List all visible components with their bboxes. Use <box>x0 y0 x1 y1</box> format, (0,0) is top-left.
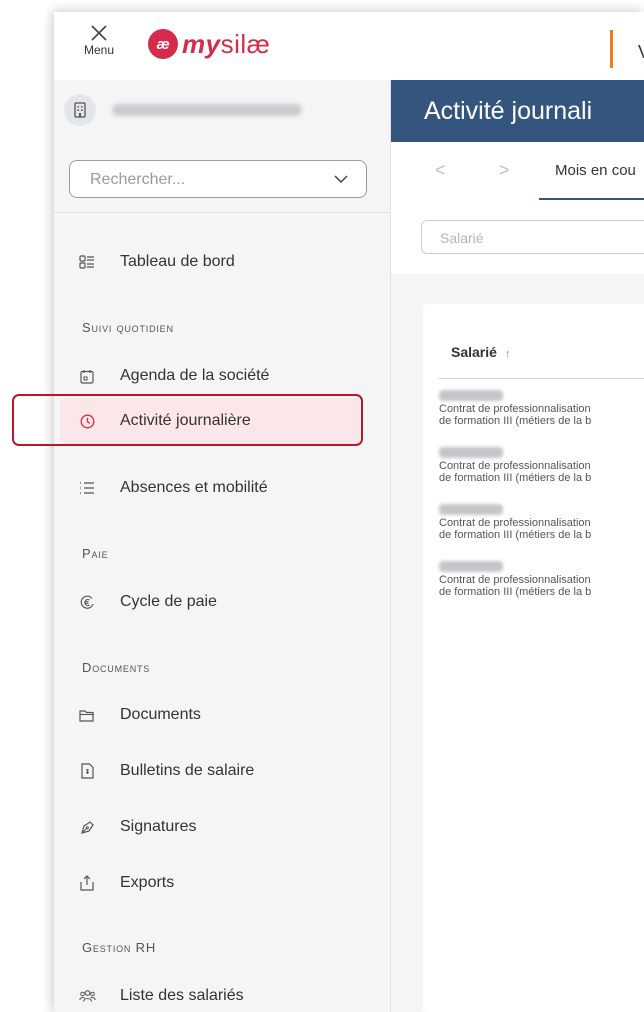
table-row[interactable]: Contrat de professionnalisation de forma… <box>439 504 644 541</box>
chevron-down-icon <box>334 175 348 184</box>
dashboard-icon <box>78 253 96 271</box>
company-selector[interactable] <box>64 94 302 126</box>
contract-line-2: de formation III (métiers de la b <box>439 415 592 427</box>
section-gestion-rh: Gestion RH <box>82 940 157 955</box>
sidebar-item-label: Documents <box>120 706 201 723</box>
logo-my: my <box>182 28 221 59</box>
table-row[interactable]: Contrat de professionnalisation de forma… <box>439 447 644 484</box>
sidebar-item-label: Cycle de paie <box>120 593 217 610</box>
sidebar-item-label: Activité journalière <box>120 412 251 429</box>
sidebar-item-activite-journaliere[interactable]: Activité journalière <box>54 403 390 439</box>
employee-name-redacted <box>439 447 503 458</box>
employee-name-redacted <box>439 504 503 515</box>
building-icon <box>64 94 96 126</box>
menu-label: Menu <box>83 43 115 57</box>
contract-line-1: Contrat de professionnalisation <box>439 460 591 472</box>
sidebar: Rechercher... Tableau de bord Suivi quot… <box>54 80 391 1012</box>
previous-period-button[interactable]: < <box>435 160 446 181</box>
sidebar-item-label: Absences et mobilité <box>120 479 268 496</box>
filter-bar: Salarié <box>391 200 644 274</box>
contract-line-1: Contrat de professionnalisation <box>439 517 591 529</box>
sidebar-item-label: Exports <box>120 874 175 891</box>
sidebar-item-label: Bulletins de salaire <box>120 762 255 779</box>
sidebar-item-label: Agenda de la société <box>120 367 270 384</box>
logo-badge-icon: æ <box>148 29 178 59</box>
euro-cycle-icon <box>78 593 96 611</box>
employee-name-redacted <box>439 390 503 401</box>
sidebar-item-label: Liste des salariés <box>120 987 244 1004</box>
calendar-icon <box>78 367 96 385</box>
sidebar-item-exports[interactable]: Exports <box>54 865 390 901</box>
activity-table-card: Salarié ↑ Contrat de professionnalisation… <box>423 304 644 1012</box>
contract-line-2: de formation III (métiers de la b <box>439 586 592 598</box>
folder-icon <box>78 706 96 724</box>
contract-line-1: Contrat de professionnalisation <box>439 574 591 586</box>
sidebar-item-bulletins[interactable]: Bulletins de salaire <box>54 753 390 789</box>
topbar-right-text: V <box>638 42 644 63</box>
section-paie: Paie <box>82 546 109 561</box>
logo-text: mysilæ <box>182 29 270 60</box>
sidebar-item-tableau-de-bord[interactable]: Tableau de bord <box>54 244 390 280</box>
app-window: Menu æ mysilæ V Rechercher... Tableau de… <box>54 12 644 1012</box>
top-bar: Menu æ mysilæ V <box>54 12 644 81</box>
employee-name-redacted <box>439 561 503 572</box>
tab-current-month[interactable]: Mois en cou <box>555 162 636 179</box>
list-icon <box>78 479 96 497</box>
sidebar-item-agenda[interactable]: Agenda de la société <box>54 358 390 394</box>
employee-filter-placeholder: Salarié <box>440 230 484 246</box>
sort-arrow-icon: ↑ <box>504 348 511 360</box>
sidebar-item-label: Tableau de bord <box>120 253 235 270</box>
search-placeholder: Rechercher... <box>90 171 186 188</box>
close-icon <box>91 25 107 41</box>
payslip-icon <box>78 762 96 780</box>
next-period-button[interactable]: > <box>499 160 510 181</box>
section-documents: Documents <box>82 660 151 675</box>
employee-filter-input[interactable]: Salarié <box>421 220 644 254</box>
contract-line-2: de formation III (métiers de la b <box>439 529 592 541</box>
main-content: Activité journali < > Mois en cou Salari… <box>391 80 644 1012</box>
column-header-label: Salarié <box>451 344 497 360</box>
sidebar-item-label: Signatures <box>120 818 197 835</box>
company-name-redacted <box>112 104 302 116</box>
header-divider <box>439 378 644 379</box>
table-row[interactable]: Contrat de professionnalisation de forma… <box>439 390 644 427</box>
mysilae-logo[interactable]: æ mysilæ <box>148 26 270 62</box>
pen-nib-icon <box>78 818 96 836</box>
clock-icon <box>78 412 96 430</box>
users-icon <box>78 987 96 1005</box>
sidebar-divider <box>54 212 390 213</box>
logo-silae: silæ <box>220 28 271 59</box>
section-suivi-quotidien: Suivi quotidien <box>82 320 174 335</box>
page-header: Activité journali <box>391 80 644 142</box>
sidebar-item-absences[interactable]: Absences et mobilité <box>54 470 390 506</box>
sidebar-item-liste-salaries[interactable]: Liste des salariés <box>54 978 390 1012</box>
upload-icon <box>78 874 96 892</box>
sidebar-item-documents[interactable]: Documents <box>54 697 390 733</box>
column-header-salarie[interactable]: Salarié ↑ <box>451 344 510 360</box>
menu-button[interactable]: Menu <box>76 24 122 68</box>
contract-line-2: de formation III (métiers de la b <box>439 472 592 484</box>
topbar-divider <box>610 30 613 68</box>
page-title: Activité journali <box>424 97 593 125</box>
sidebar-item-cycle-de-paie[interactable]: Cycle de paie <box>54 584 390 620</box>
table-row[interactable]: Contrat de professionnalisation de forma… <box>439 561 644 598</box>
period-toolbar: < > Mois en cou <box>391 142 644 201</box>
sidebar-item-signatures[interactable]: Signatures <box>54 809 390 845</box>
contract-line-1: Contrat de professionnalisation <box>439 403 591 415</box>
search-dropdown[interactable]: Rechercher... <box>69 160 367 198</box>
